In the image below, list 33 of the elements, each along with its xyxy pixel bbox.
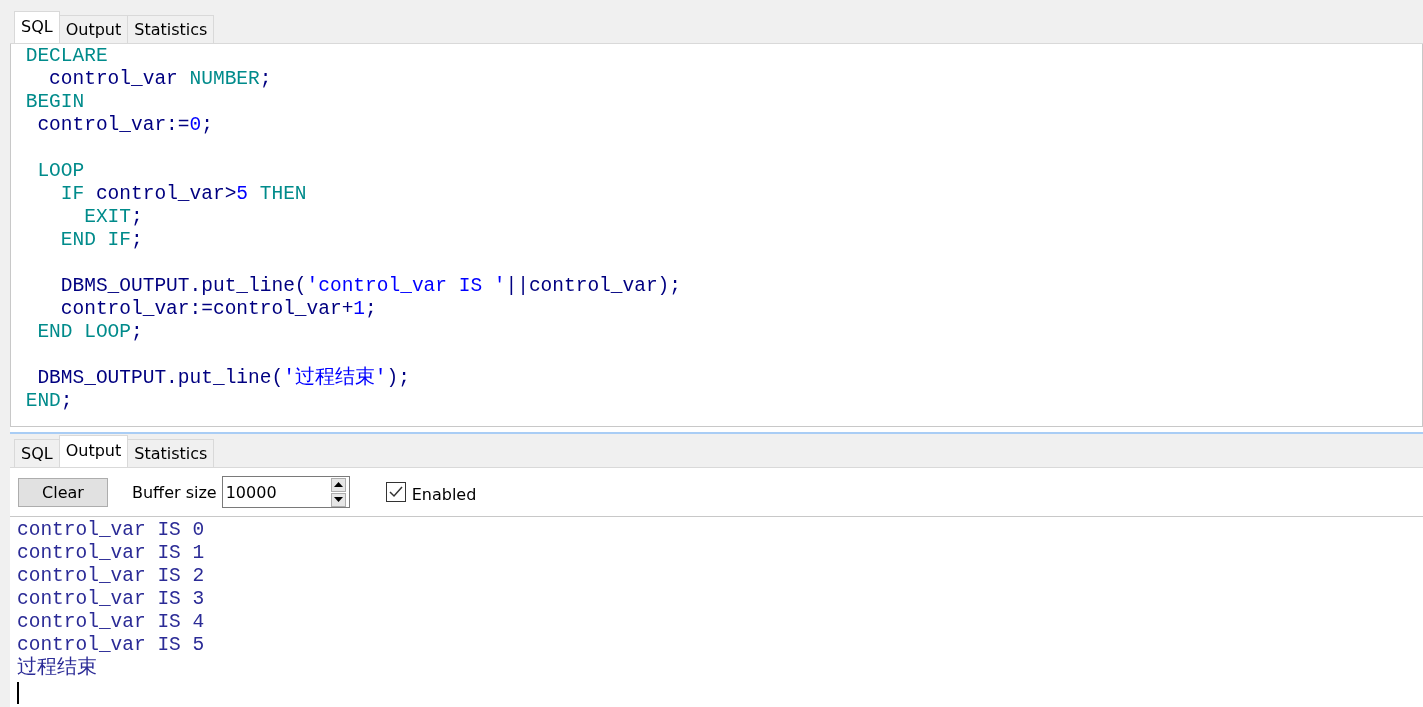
output-line: 过程结束	[17, 657, 97, 679]
output-line: control_var IS 4	[17, 611, 205, 633]
code-line: BEGIN	[24, 91, 85, 113]
spin-up-icon[interactable]	[330, 477, 346, 492]
tab[interactable]: Statistics	[127, 439, 215, 467]
tab[interactable]: SQL	[14, 11, 60, 43]
code-line: DBMS_OUTPUT.put_line('control_var IS '||control_var);	[59, 275, 682, 297]
output-area[interactable]: control_var IS 0 control_var IS 1 control_var IS 2 control_var IS 3 control_var IS 4 control_var IS 5 过程结束	[10, 517, 1423, 704]
code-line: EXIT;	[83, 206, 143, 228]
code-line: END LOOP;	[36, 321, 143, 343]
code-line: control_var:=0;	[36, 114, 213, 136]
output-line: control_var IS 0	[17, 519, 205, 541]
code-line: DBMS_OUTPUT.put_line('过程结束');	[36, 367, 410, 389]
spin-box[interactable]: 10000	[221, 476, 350, 508]
text-cursor	[17, 682, 19, 704]
code-line: control_var:=control_var+1;	[59, 298, 377, 320]
code-line: IF control_var>5 THEN	[59, 183, 307, 205]
output-line: control_var IS 5	[17, 634, 205, 656]
buffer-size-label: Buffer size	[132, 482, 217, 502]
code-line: DECLARE	[24, 45, 108, 67]
output-line: control_var IS 2	[17, 565, 205, 587]
tab[interactable]: Statistics	[127, 15, 215, 43]
code-line: END;	[24, 390, 73, 412]
enabled-label: Enabled	[411, 484, 477, 504]
tab[interactable]: SQL	[14, 439, 60, 467]
code-line: control_var NUMBER;	[48, 68, 272, 90]
output-line: control_var IS 3	[17, 588, 205, 610]
output-line: control_var IS 1	[17, 542, 205, 564]
tab[interactable]: Output	[58, 435, 129, 467]
enabled-checkbox[interactable]	[385, 482, 406, 502]
code-line: END IF;	[59, 229, 143, 251]
clear-button[interactable]: Clear	[18, 477, 108, 507]
code-line: LOOP	[36, 160, 85, 182]
